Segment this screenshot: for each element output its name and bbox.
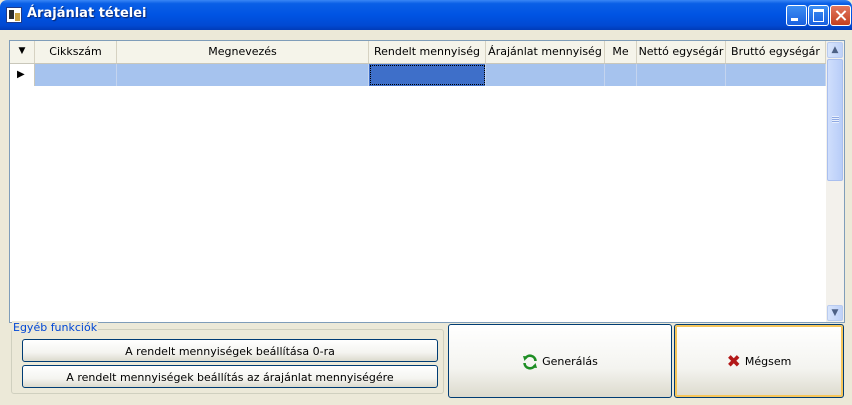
x-icon: ✖	[726, 352, 741, 372]
items-grid[interactable]: ▼ Cikkszám Megnevezés Rendelt mennyiség …	[9, 40, 845, 323]
scroll-up-icon[interactable]: ▲	[827, 42, 843, 58]
column-header-rendelt-mennyiseg[interactable]: Rendelt mennyiség	[369, 41, 486, 63]
cell-netto-egysegar[interactable]	[637, 64, 726, 86]
cell-cikkszam[interactable]	[35, 64, 117, 86]
generate-label: Generálás	[542, 355, 598, 368]
cancel-button[interactable]: ✖ Mégsem	[674, 324, 844, 398]
cancel-label: Mégsem	[744, 355, 792, 368]
window-title: Árajánlat tételei	[27, 6, 147, 21]
refresh-icon	[523, 354, 538, 370]
minimize-button[interactable]	[786, 5, 807, 26]
title-bar[interactable]: Árajánlat tételei	[0, 0, 852, 30]
cell-rendelt-mennyiseg[interactable]	[369, 64, 486, 86]
cell-me[interactable]	[605, 64, 637, 86]
other-functions-legend: Egyéb funkciók	[12, 321, 99, 334]
column-header-netto-egysegar[interactable]: Nettó egységár	[637, 41, 726, 63]
cell-megnevezes[interactable]	[117, 64, 369, 86]
table-row[interactable]: ▶	[10, 64, 826, 86]
grid-header: ▼ Cikkszám Megnevezés Rendelt mennyiség …	[10, 41, 826, 64]
set-ordered-quantities-zero-button[interactable]: A rendelt mennyiségek beállítása 0-ra	[22, 339, 438, 362]
close-button[interactable]	[830, 5, 851, 26]
column-header-megnevezes[interactable]: Megnevezés	[117, 41, 369, 63]
copy-quote-quantities-button[interactable]: A rendelt mennyiségek beállítás az árajá…	[22, 365, 438, 388]
row-selector-arrow-icon[interactable]: ▶	[10, 64, 35, 86]
cell-brutto-egysegar[interactable]	[726, 64, 826, 86]
vertical-scrollbar[interactable]: ▲ ▼	[826, 41, 844, 322]
generate-button[interactable]: Generálás	[448, 324, 672, 398]
maximize-button[interactable]	[808, 5, 829, 26]
column-header-brutto-egysegar[interactable]: Bruttó egységár	[726, 41, 826, 63]
header-corner-dropdown-icon[interactable]: ▼	[10, 41, 35, 63]
scroll-down-icon[interactable]: ▼	[827, 305, 843, 321]
column-header-cikkszam[interactable]: Cikkszám	[35, 41, 117, 63]
app-icon[interactable]	[6, 7, 22, 23]
cell-arajanlat-mennyiseg[interactable]	[486, 64, 605, 86]
column-header-arajanlat-mennyiseg[interactable]: Árajánlat mennyiség	[486, 41, 605, 63]
column-header-me[interactable]: Me	[605, 41, 637, 63]
scroll-thumb[interactable]	[827, 59, 843, 181]
